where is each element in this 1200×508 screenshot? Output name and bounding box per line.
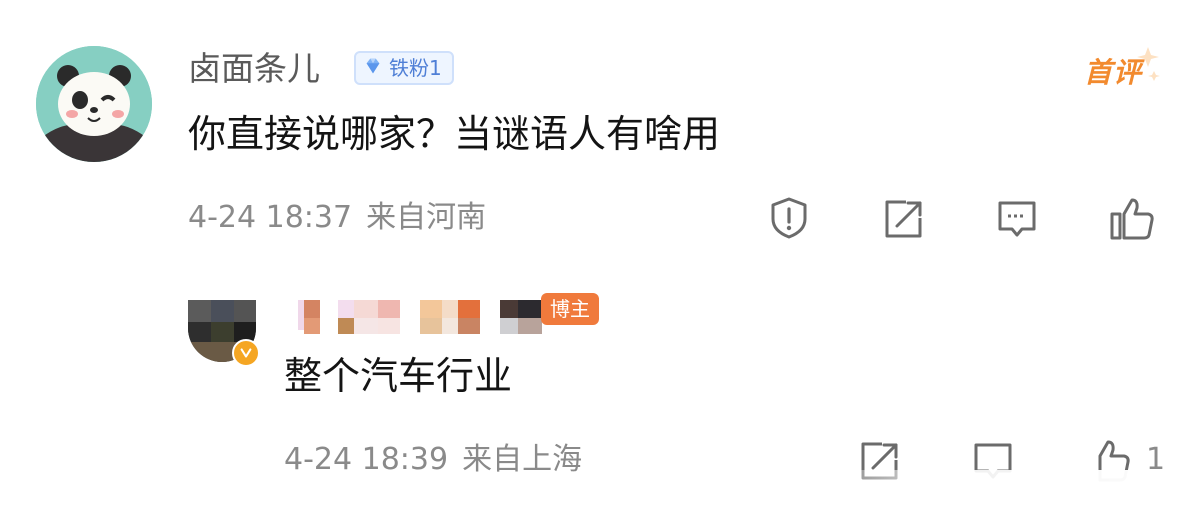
fan-level-badge[interactable]: 铁粉1 [354,51,454,85]
comment-text[interactable]: 你直接说哪家？当谜语人有啥用 [188,106,720,162]
first-comment-label: 首评 [1084,56,1143,89]
commenter-username[interactable]: 卤面条儿 [188,44,320,94]
verified-badge-icon [232,339,260,367]
bottom-fade-overlay [800,470,1200,508]
comment-meta: 4-24 18:37 来自河南 [188,196,486,240]
blogger-badge: 博主 [541,293,599,325]
comment-location: 来自河南 [366,200,487,235]
commenter-avatar[interactable] [36,46,152,162]
first-comment-tag: 首评 [1074,45,1164,91]
reply-timestamp: 4-24 18:39 [284,442,449,477]
fan-level-label: 铁粉1 [389,56,442,80]
reply-location: 来自上海 [462,442,583,477]
like-icon[interactable] [1108,194,1156,242]
comment-timestamp: 4-24 18:37 [188,200,353,235]
panda-avatar-image [36,46,152,162]
report-icon[interactable] [766,195,812,241]
reply-text[interactable]: 整个汽车行业 [284,348,512,404]
share-icon[interactable] [880,196,926,242]
blogger-badge-label: 博主 [550,297,590,321]
diamond-icon [362,55,384,81]
comment-icon[interactable] [994,196,1040,242]
reply-author-name-mosaic[interactable] [298,300,544,334]
reply-meta: 4-24 18:39 来自上海 [284,438,582,482]
